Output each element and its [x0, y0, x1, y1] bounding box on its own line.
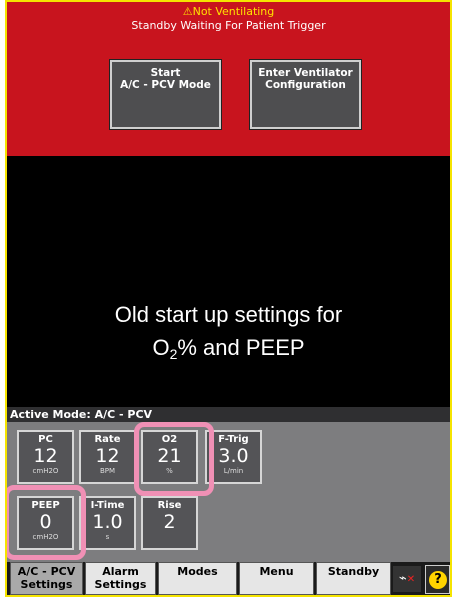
tab-mode-line1: A/C - PCV	[17, 565, 76, 578]
start-button-line1: Start	[150, 67, 181, 79]
annotation-line2: O2% and PEEP	[7, 331, 450, 371]
annotation-o: O	[152, 335, 170, 360]
setting-unit: s	[105, 533, 110, 541]
setting-tile-i-time[interactable]: I-Time 1.0 s	[79, 496, 136, 550]
bottom-nav: A/C - PCV Settings Alarm Settings Modes …	[7, 562, 450, 595]
setting-unit: %	[166, 467, 173, 475]
setting-unit: cmH2O	[32, 467, 59, 475]
start-mode-button[interactable]: Start A/C - PCV Mode	[109, 59, 222, 130]
setting-tile-f-trig[interactable]: F-Trig 3.0 L/min	[205, 430, 262, 484]
setting-unit: cmH2O	[32, 533, 59, 541]
warning-triangle-icon: ⚠	[182, 5, 193, 18]
help-icon: ?	[429, 571, 447, 589]
active-mode-header: Active Mode: A/C - PCV	[7, 407, 450, 422]
setting-tile-peep[interactable]: PEEP 0 cmH2O	[17, 496, 74, 550]
setting-value: 2	[163, 511, 176, 533]
tab-mode-line2: Settings	[20, 578, 73, 591]
setting-unit: BPM	[99, 467, 116, 475]
setting-value: 0	[39, 511, 52, 533]
setting-label: PC	[38, 434, 53, 445]
alarm-title: ⚠Not Ventilating	[7, 2, 450, 19]
annotation-text: Old start up settings for O2% and PEEP	[7, 298, 450, 371]
enter-configuration-button[interactable]: Enter Ventilator Configuration	[249, 59, 362, 130]
settings-panel: PC 12 cmH2O Rate 12 BPM O2 21 % F-Trig 3…	[7, 422, 450, 562]
setting-label: I-Time	[90, 500, 125, 511]
setting-value: 21	[157, 445, 182, 467]
tab-modes-label: Modes	[177, 565, 218, 578]
setting-label: F-Trig	[218, 434, 249, 445]
tab-modes[interactable]: Modes	[158, 562, 237, 595]
setting-tile-rate[interactable]: Rate 12 BPM	[79, 430, 136, 484]
setting-value: 1.0	[92, 511, 123, 533]
setting-unit: L/min	[223, 467, 244, 475]
tab-standby[interactable]: Standby	[316, 562, 391, 595]
config-button-line1: Enter Ventilator	[258, 67, 353, 79]
start-button-line2: A/C - PCV Mode	[120, 79, 211, 91]
annotation-line1: Old start up settings for	[114, 302, 343, 327]
setting-tile-o2[interactable]: O2 21 %	[141, 430, 198, 484]
tab-standby-label: Standby	[327, 565, 380, 578]
setting-label: O2	[161, 434, 178, 445]
config-button-line2: Configuration	[265, 79, 346, 91]
ventilator-screen: ⚠Not Ventilating Standby Waiting For Pat…	[5, 0, 452, 597]
annotation-rest: % and PEEP	[177, 335, 305, 360]
help-button[interactable]: ?	[425, 565, 450, 594]
tab-mode-settings[interactable]: A/C - PCV Settings	[10, 562, 83, 595]
alarm-subtitle: Standby Waiting For Patient Trigger	[131, 19, 326, 32]
ac-power-disconnected-icon: ⌁✕	[393, 566, 421, 592]
setting-label: PEEP	[31, 500, 60, 511]
setting-tile-rise[interactable]: Rise 2	[141, 496, 198, 550]
setting-value: 12	[33, 445, 58, 467]
setting-label: Rise	[157, 500, 182, 511]
setting-tile-pc[interactable]: PC 12 cmH2O	[17, 430, 74, 484]
tab-alarm-settings[interactable]: Alarm Settings	[85, 562, 156, 595]
setting-label: Rate	[94, 434, 121, 445]
alarm-banner: ⚠Not Ventilating Standby Waiting For Pat…	[7, 2, 450, 156]
tab-alarm-line2: Settings	[94, 578, 147, 591]
setting-value: 3.0	[218, 445, 249, 467]
tab-alarm-line1: Alarm	[102, 565, 139, 578]
tab-menu-label: Menu	[259, 565, 294, 578]
setting-value: 12	[95, 445, 120, 467]
tab-menu[interactable]: Menu	[239, 562, 314, 595]
alarm-title-text: Not Ventilating	[192, 5, 275, 18]
